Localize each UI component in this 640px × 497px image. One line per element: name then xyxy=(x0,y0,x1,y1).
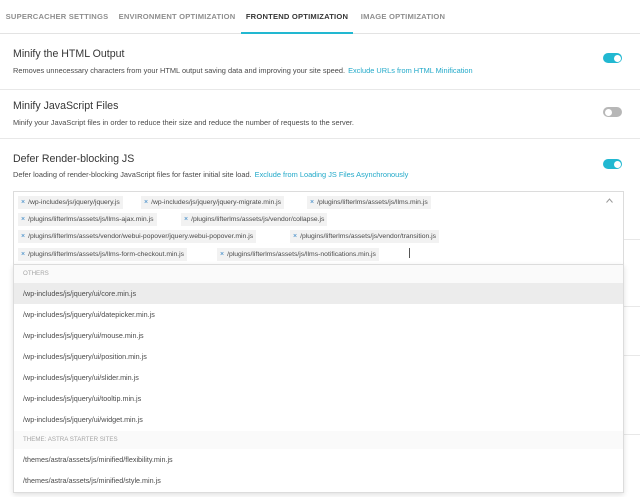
dropdown-option[interactable]: /themes/astra/assets/js/minified/style.m… xyxy=(14,470,623,491)
section-divider xyxy=(624,355,640,356)
section-divider xyxy=(624,239,640,240)
dropdown-option[interactable]: /wp-includes/js/jquery/ui/tooltip.min.js xyxy=(14,388,623,409)
toggle-knob xyxy=(613,160,621,168)
tab-environment-optimization[interactable]: ENVIRONMENT OPTIMIZATION xyxy=(115,0,239,34)
selected-chip: ×/wp-includes/js/jquery/jquery-migrate.m… xyxy=(141,196,285,209)
close-icon[interactable]: × xyxy=(21,216,25,223)
text-cursor xyxy=(409,248,410,258)
minify-html-description: Removes unnecessary characters from your… xyxy=(13,66,473,75)
selected-chip: ×/plugins/lifterlms/assets/js/llms-notif… xyxy=(217,248,379,261)
close-icon[interactable]: × xyxy=(220,251,224,258)
section-divider xyxy=(624,306,640,307)
minify-js-section: Minify JavaScript Files Minify your Java… xyxy=(0,90,640,139)
minify-html-title: Minify the HTML Output xyxy=(13,48,125,60)
close-icon[interactable]: × xyxy=(21,233,25,240)
close-icon[interactable]: × xyxy=(310,199,314,206)
close-icon[interactable]: × xyxy=(21,199,25,206)
minify-html-toggle[interactable] xyxy=(603,53,622,63)
toggle-knob xyxy=(604,108,612,116)
selected-chip: ×/plugins/lifterlms/assets/js/llms-form-… xyxy=(18,248,188,261)
tab-supercacher-settings[interactable]: SUPERCACHER SETTINGS xyxy=(4,0,110,34)
settings-tabs: SUPERCACHER SETTINGS ENVIRONMENT OPTIMIZ… xyxy=(0,0,640,34)
close-icon[interactable]: × xyxy=(21,251,25,258)
group-label-others: OTHERS xyxy=(14,265,623,283)
section-divider xyxy=(624,434,640,435)
dropdown-option[interactable]: /themes/astra/assets/js/minified/flexibi… xyxy=(14,449,623,470)
toggle-knob xyxy=(613,54,621,62)
group-label-theme: THEME: ASTRA STARTER SITES xyxy=(14,431,623,449)
close-icon[interactable]: × xyxy=(293,233,297,240)
selected-chip: ×/plugins/lifterlms/assets/vendor/webui-… xyxy=(18,230,257,243)
tab-frontend-optimization[interactable]: FRONTEND OPTIMIZATION xyxy=(241,0,353,34)
exclude-urls-link[interactable]: Exclude URLs from HTML Minification xyxy=(348,66,473,75)
exclude-async-link[interactable]: Exclude from Loading JS Files Asynchrono… xyxy=(255,170,409,179)
defer-js-title: Defer Render-blocking JS xyxy=(13,153,135,165)
selected-chip: ×/plugins/lifterlms/assets/js/vendor/col… xyxy=(181,213,328,226)
minify-js-title: Minify JavaScript Files xyxy=(13,100,119,112)
close-icon[interactable]: × xyxy=(144,199,148,206)
defer-js-toggle[interactable] xyxy=(603,159,622,169)
dropdown-option[interactable]: /wp-includes/js/jquery/ui/mouse.min.js xyxy=(14,325,623,346)
scripts-dropdown: OTHERS /wp-includes/js/jquery/ui/core.mi… xyxy=(13,264,624,493)
selected-chip: ×/wp-includes/js/jquery/jquery.js xyxy=(18,196,123,209)
dropdown-option[interactable]: /wp-includes/js/jquery/ui/widget.min.js xyxy=(14,409,623,430)
selected-chip: ×/plugins/lifterlms/assets/js/llms.min.j… xyxy=(307,196,431,209)
chevron-up-icon[interactable] xyxy=(606,198,613,205)
excluded-scripts-select[interactable]: ×/wp-includes/js/jquery/jquery.js ×/wp-i… xyxy=(13,191,624,264)
minify-js-toggle[interactable] xyxy=(603,107,622,117)
selected-chip: ×/plugins/lifterlms/assets/js/llms-ajax.… xyxy=(18,213,157,226)
tab-image-optimization[interactable]: IMAGE OPTIMIZATION xyxy=(356,0,450,34)
dropdown-option[interactable]: /wp-includes/js/jquery/ui/slider.min.js xyxy=(14,367,623,388)
minify-js-description: Minify your JavaScript files in order to… xyxy=(13,118,354,127)
dropdown-option[interactable]: /wp-includes/js/jquery/ui/datepicker.min… xyxy=(14,304,623,325)
defer-js-description: Defer loading of render-blocking JavaScr… xyxy=(13,170,409,179)
close-icon[interactable]: × xyxy=(184,216,188,223)
selected-chip: ×/plugins/lifterlms/assets/js/vendor/tra… xyxy=(290,230,440,243)
dropdown-option[interactable]: /wp-includes/js/jquery/ui/core.min.js xyxy=(14,283,623,304)
dropdown-option[interactable]: /wp-includes/js/jquery/ui/position.min.j… xyxy=(14,346,623,367)
minify-html-section: Minify the HTML Output Removes unnecessa… xyxy=(0,34,640,90)
